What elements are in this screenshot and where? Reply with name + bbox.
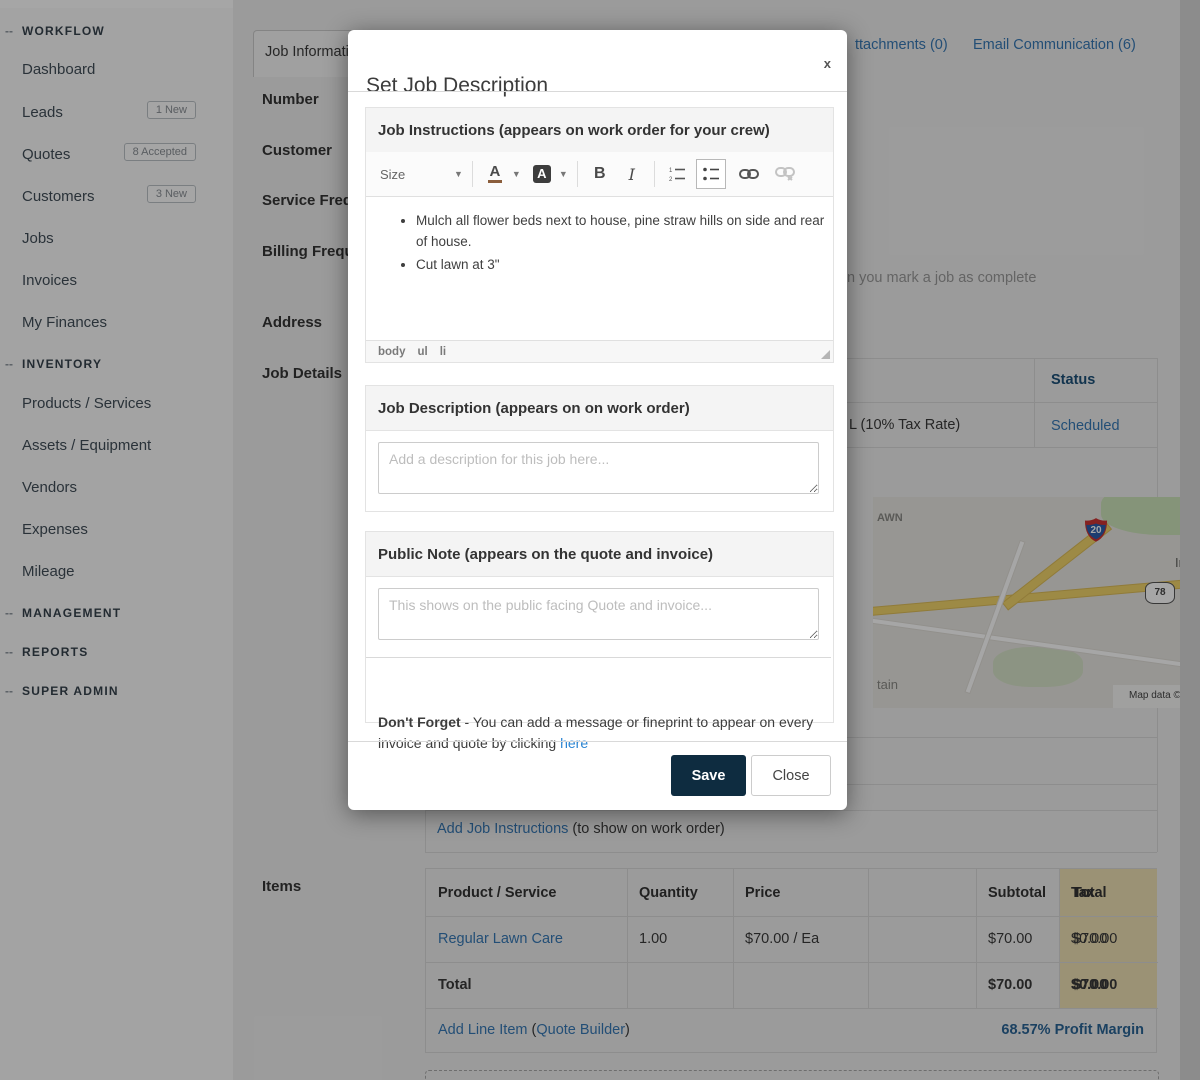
font-size-dropdown[interactable]: Size [380, 161, 450, 187]
chevron-down-icon: ▼ [454, 169, 463, 179]
path-li[interactable]: li [440, 346, 446, 358]
path-ul[interactable]: ul [417, 346, 427, 358]
numbered-list-icon: 12 [668, 165, 686, 183]
insert-link-button[interactable] [736, 161, 762, 187]
toolbar-separator [472, 161, 473, 187]
section-header-label: Job Instructions (appears on work order … [378, 122, 770, 139]
bg-color-glyph: A [533, 165, 551, 183]
toolbar-separator [577, 161, 578, 187]
close-icon[interactable]: x [824, 56, 831, 71]
modal-footer-divider [348, 741, 847, 742]
unlink-icon [775, 167, 795, 181]
modal-title: Set Job Description [366, 74, 548, 98]
save-button-label: Save [692, 768, 726, 784]
size-label: Size [380, 167, 405, 182]
svg-text:1: 1 [669, 168, 673, 174]
path-body[interactable]: body [378, 346, 405, 358]
public-note-input[interactable] [378, 588, 819, 640]
bullet-list-icon [702, 165, 720, 183]
text-color-button[interactable]: A [482, 161, 508, 187]
job-description-header: Job Description (appears on on work orde… [366, 386, 833, 431]
dont-forget-bold: Don't Forget [378, 714, 461, 730]
close-button[interactable]: Close [751, 755, 831, 796]
richtext-editor-body[interactable]: Mulch all flower beds next to house, pin… [366, 197, 833, 340]
app-screen: -- WORKFLOW Dashboard Leads1 New Quotes8… [0, 0, 1200, 1080]
richtext-toolbar: Size ▼ A ▼ A ▼ B I 12 [366, 152, 833, 197]
job-description-section: Job Description (appears on on work orde… [365, 385, 834, 512]
link-icon [739, 168, 759, 180]
instructions-list: Mulch all flower beds next to house, pin… [366, 211, 833, 276]
set-job-description-modal: Set Job Description x Job Instructions (… [348, 30, 847, 810]
bullet-list-button-active[interactable] [696, 159, 726, 189]
toolbar-separator [654, 161, 655, 187]
text-color-bar [488, 180, 502, 183]
chevron-down-icon: ▼ [512, 169, 521, 179]
italic-button[interactable]: I [619, 161, 645, 187]
instruction-bullet: Mulch all flower beds next to house, pin… [416, 211, 833, 253]
public-note-header: Public Note (appears on the quote and in… [366, 532, 833, 577]
section-divider [366, 657, 831, 658]
modal-header-divider [348, 91, 847, 92]
instruction-bullet: Cut lawn at 3" [416, 255, 833, 276]
svg-text:2: 2 [669, 177, 673, 183]
text-color-glyph: A [490, 165, 501, 179]
job-description-input[interactable] [378, 442, 819, 494]
editor-element-path: body ul li [366, 340, 833, 362]
remove-link-button-disabled [772, 161, 798, 187]
section-header-label: Job Description (appears on on work orde… [378, 400, 690, 417]
chevron-down-icon: ▼ [559, 169, 568, 179]
public-note-section: Public Note (appears on the quote and in… [365, 531, 834, 723]
section-header-label: Public Note (appears on the quote and in… [378, 546, 713, 563]
background-color-button[interactable]: A [529, 161, 555, 187]
close-button-label: Close [772, 768, 809, 784]
editor-resize-handle[interactable] [821, 350, 830, 359]
save-button[interactable]: Save [671, 755, 746, 796]
bold-button[interactable]: B [587, 161, 613, 187]
job-instructions-section: Job Instructions (appears on work order … [365, 107, 834, 363]
numbered-list-button[interactable]: 12 [664, 161, 690, 187]
dont-forget-here-link[interactable]: here [560, 735, 588, 751]
job-instructions-header: Job Instructions (appears on work order … [366, 108, 833, 153]
